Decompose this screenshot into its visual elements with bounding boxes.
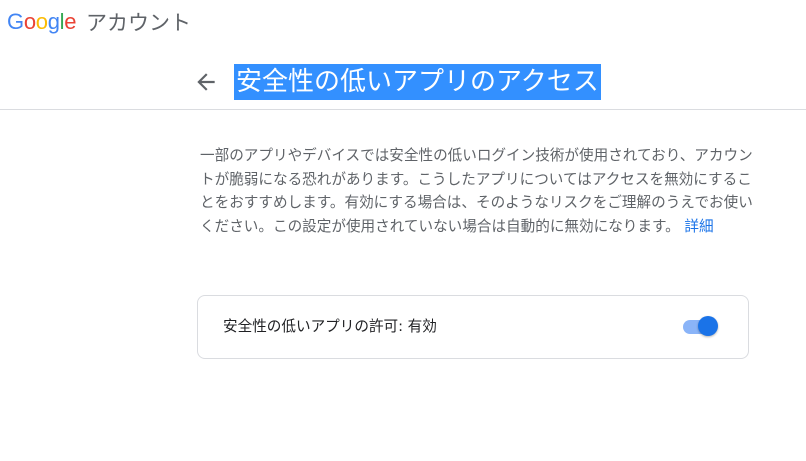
- google-logo[interactable]: Google: [7, 9, 76, 35]
- learn-more-link[interactable]: 詳細: [684, 218, 713, 235]
- description: 一部のアプリやデバイスでは安全性の低いログイン技術が使用されており、アカウントが…: [200, 144, 755, 238]
- back-button[interactable]: [193, 69, 219, 95]
- title-row: 安全性の低いアプリのアクセス: [0, 56, 806, 110]
- logo-letter-e: e: [64, 9, 77, 34]
- allow-less-secure-apps-toggle[interactable]: [683, 316, 719, 338]
- app-header: Google アカウント: [0, 0, 806, 44]
- logo-letter-g2: g: [47, 9, 60, 34]
- arrow-left-icon: [197, 73, 215, 91]
- description-text: 一部のアプリやデバイスでは安全性の低いログイン技術が使用されており、アカウントが…: [200, 147, 753, 235]
- setting-label: 安全性の低いアプリの許可: 有効: [223, 318, 437, 335]
- logo-letter-o2: o: [35, 9, 48, 34]
- page-title: 安全性の低いアプリのアクセス: [234, 64, 601, 100]
- logo-letter-g: G: [7, 9, 24, 34]
- toggle-knob: [698, 316, 718, 336]
- logo-letter-o1: o: [23, 9, 36, 34]
- setting-card: 安全性の低いアプリの許可: 有効: [197, 295, 749, 359]
- product-name[interactable]: アカウント: [86, 10, 191, 36]
